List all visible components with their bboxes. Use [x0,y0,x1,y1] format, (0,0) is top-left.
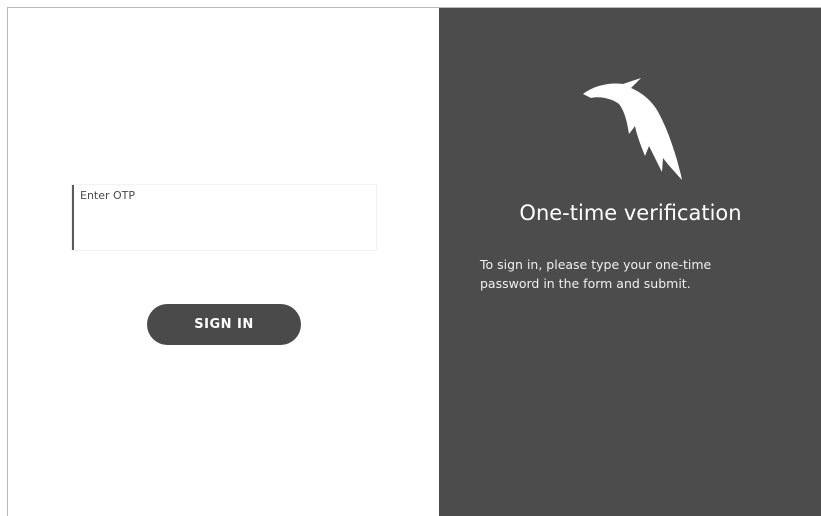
login-form-pane: Enter OTP SIGN IN [8,8,439,516]
panel-title: One-time verification [519,201,742,225]
panel-description: To sign in, please type your one-time pa… [480,257,712,291]
info-panel: One-time verification To sign in, please… [439,8,821,516]
otp-field-label: Enter OTP [80,189,136,202]
otp-input[interactable] [80,209,370,241]
otp-field[interactable]: Enter OTP [72,185,376,250]
login-window: Enter OTP SIGN IN One-time verification … [7,7,821,516]
eagle-icon [583,78,682,180]
sign-in-button[interactable]: SIGN IN [147,304,301,345]
